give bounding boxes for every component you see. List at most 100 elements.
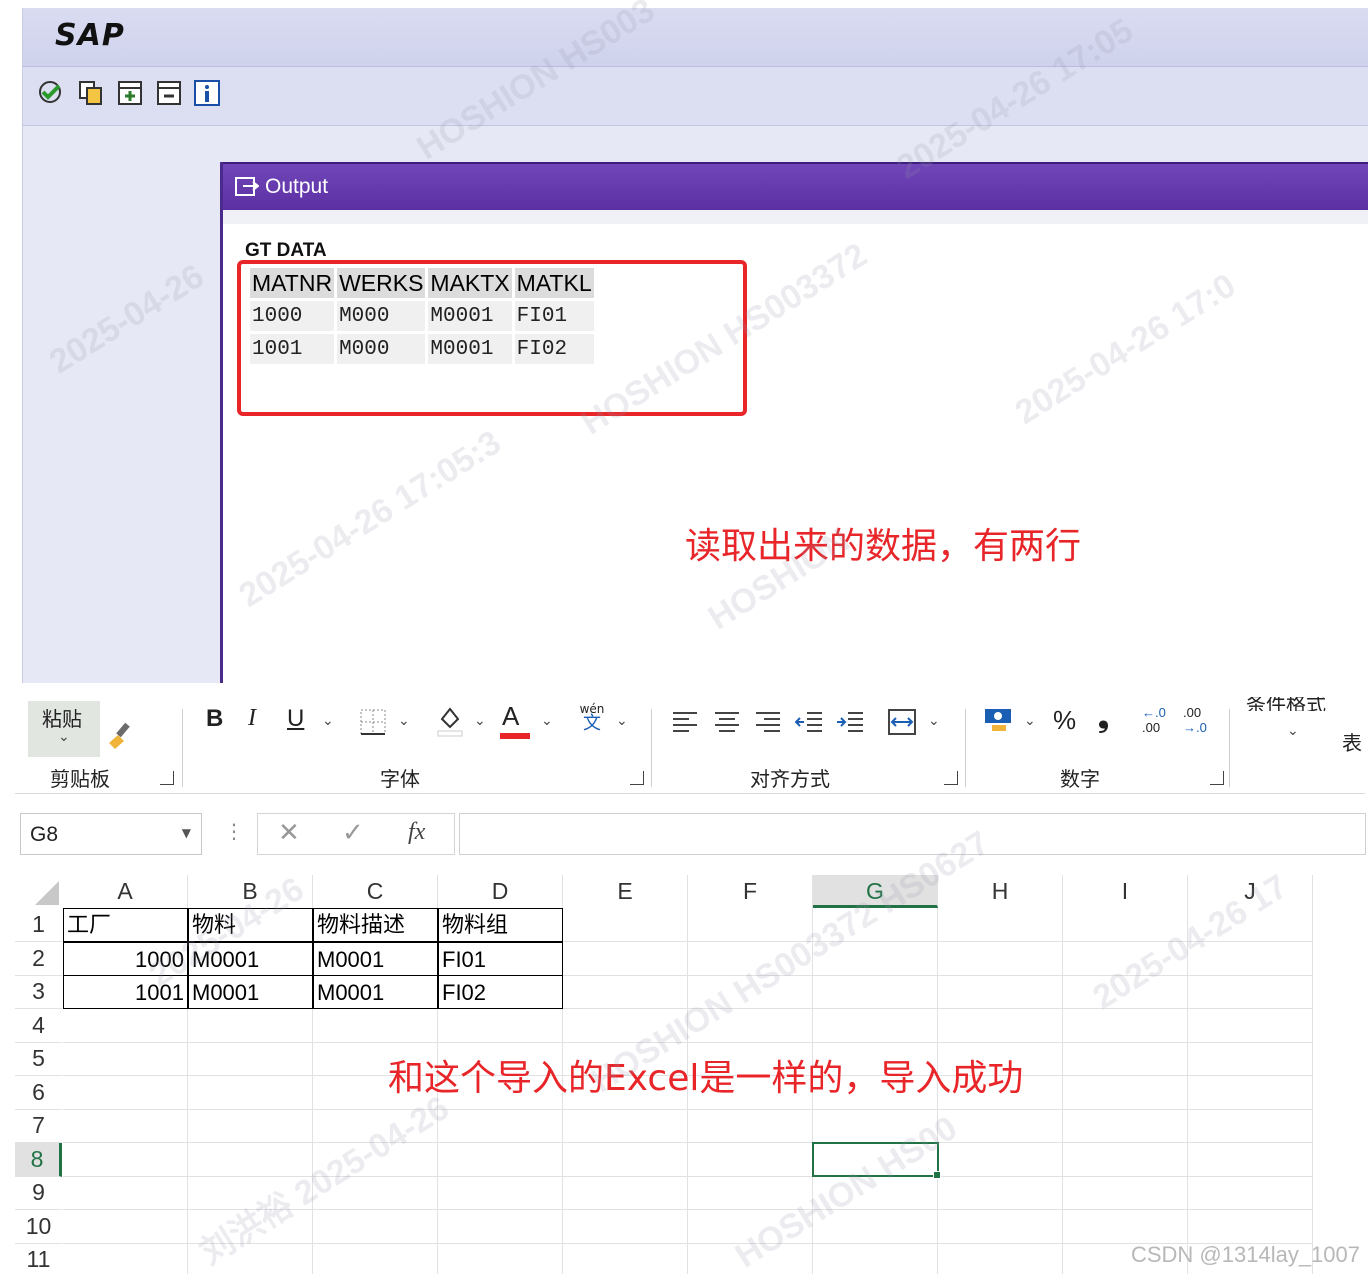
cell-j8[interactable] xyxy=(1188,1142,1313,1177)
cell-a7[interactable] xyxy=(63,1109,188,1143)
cell-i9[interactable] xyxy=(1063,1176,1188,1210)
column-header-j[interactable]: J xyxy=(1188,875,1313,908)
cell-j9[interactable] xyxy=(1188,1176,1313,1210)
row-header-11[interactable]: 11 xyxy=(15,1243,62,1274)
cell-f8[interactable] xyxy=(688,1142,813,1177)
cancel-icon[interactable]: ✕ xyxy=(278,818,300,848)
cell-h9[interactable] xyxy=(938,1176,1063,1210)
cell-e8[interactable] xyxy=(563,1142,688,1177)
cell-c8[interactable] xyxy=(313,1142,438,1177)
cell-i8[interactable] xyxy=(1063,1142,1188,1177)
cell-b5[interactable] xyxy=(188,1042,313,1076)
cell-a2[interactable]: 1000 xyxy=(63,941,188,976)
cell-g3[interactable] xyxy=(813,975,938,1009)
cell-f7[interactable] xyxy=(688,1109,813,1143)
alignment-launcher-icon[interactable] xyxy=(944,771,958,785)
column-header-b[interactable]: B xyxy=(188,875,313,908)
row-header-3[interactable]: 3 xyxy=(15,975,62,1009)
row-header-9[interactable]: 9 xyxy=(15,1176,62,1210)
increase-decimal-button[interactable]: ←.0 .00 xyxy=(1142,705,1166,735)
copy-icon[interactable] xyxy=(77,79,105,107)
cell-d1[interactable]: 物料组 xyxy=(438,908,563,942)
row-header-2[interactable]: 2 xyxy=(15,942,62,976)
cell-a5[interactable] xyxy=(63,1042,188,1076)
cell-c4[interactable] xyxy=(313,1008,438,1043)
cell-f3[interactable] xyxy=(688,975,813,1009)
row-header-1[interactable]: 1 xyxy=(15,908,62,942)
fill-handle[interactable] xyxy=(933,1171,941,1179)
number-launcher-icon[interactable] xyxy=(1210,771,1224,785)
cell-f4[interactable] xyxy=(688,1008,813,1043)
chevron-down-icon[interactable]: ⌄ xyxy=(474,713,486,729)
cell-b8[interactable] xyxy=(188,1142,313,1177)
underline-button[interactable]: U xyxy=(287,705,304,733)
chevron-down-icon[interactable]: ⌄ xyxy=(928,713,940,729)
insert-function-button[interactable]: fx xyxy=(408,819,425,846)
column-header-a[interactable]: A xyxy=(63,875,188,908)
delete-icon[interactable] xyxy=(155,79,183,107)
select-all-corner[interactable] xyxy=(15,875,63,908)
cell-f10[interactable] xyxy=(688,1209,813,1244)
cell-b9[interactable] xyxy=(188,1176,313,1210)
cell-e11[interactable] xyxy=(563,1243,688,1274)
cell-a3[interactable]: 1001 xyxy=(63,975,188,1009)
cell-h10[interactable] xyxy=(938,1209,1063,1244)
percent-style-button[interactable]: % xyxy=(1053,705,1076,736)
cell-h4[interactable] xyxy=(938,1008,1063,1043)
merge-center-icon[interactable] xyxy=(888,709,916,739)
align-left-icon[interactable] xyxy=(672,711,698,737)
cell-i2[interactable] xyxy=(1063,941,1188,976)
cell-b3[interactable]: M0001 xyxy=(188,975,313,1009)
fill-color-icon[interactable] xyxy=(436,705,464,741)
name-box[interactable]: G8 ▼ xyxy=(20,813,202,855)
chevron-down-icon[interactable]: ⌄ xyxy=(398,713,410,729)
cell-e2[interactable] xyxy=(563,941,688,976)
cell-h1[interactable] xyxy=(938,908,1063,942)
cell-h3[interactable] xyxy=(938,975,1063,1009)
cell-c7[interactable] xyxy=(313,1109,438,1143)
phonetic-guide-button[interactable]: wén 文 xyxy=(578,703,606,733)
cell-g11[interactable] xyxy=(813,1243,938,1274)
insert-icon[interactable] xyxy=(116,79,144,107)
cell-e7[interactable] xyxy=(563,1109,688,1143)
cell-i5[interactable] xyxy=(1063,1042,1188,1076)
cell-g4[interactable] xyxy=(813,1008,938,1043)
chevron-down-icon[interactable]: ⌄ xyxy=(1024,713,1036,729)
paste-button[interactable]: 粘贴 ⌄ xyxy=(28,701,100,757)
execute-icon[interactable] xyxy=(37,79,65,107)
cell-g10[interactable] xyxy=(813,1209,938,1244)
info-icon[interactable] xyxy=(193,79,221,107)
cell-d10[interactable] xyxy=(438,1209,563,1244)
more-icon[interactable]: ⋮ xyxy=(224,819,244,843)
column-header-g[interactable]: G xyxy=(813,875,938,908)
cell-h2[interactable] xyxy=(938,941,1063,976)
cell-j3[interactable] xyxy=(1188,975,1313,1009)
cell-e9[interactable] xyxy=(563,1176,688,1210)
cell-b11[interactable] xyxy=(188,1243,313,1274)
cell-a6[interactable] xyxy=(63,1075,188,1110)
cell-c10[interactable] xyxy=(313,1209,438,1244)
cell-g2[interactable] xyxy=(813,941,938,976)
font-color-button[interactable]: A xyxy=(500,701,530,739)
cell-a10[interactable] xyxy=(63,1209,188,1244)
column-header-h[interactable]: H xyxy=(938,875,1063,908)
cell-d8[interactable] xyxy=(438,1142,563,1177)
enter-icon[interactable]: ✓ xyxy=(342,818,364,848)
cell-b1[interactable]: 物料 xyxy=(188,908,313,942)
cell-a8[interactable] xyxy=(63,1142,188,1177)
chevron-down-icon[interactable]: ⌄ xyxy=(1287,723,1299,739)
cell-d3[interactable]: FI02 xyxy=(438,975,563,1009)
cell-i1[interactable] xyxy=(1063,908,1188,942)
increase-indent-icon[interactable] xyxy=(836,711,864,737)
cell-j2[interactable] xyxy=(1188,941,1313,976)
column-header-f[interactable]: F xyxy=(688,875,813,908)
cell-a4[interactable] xyxy=(63,1008,188,1043)
formula-input[interactable] xyxy=(459,813,1366,855)
chevron-down-icon[interactable]: ⌄ xyxy=(322,713,334,729)
cell-c11[interactable] xyxy=(313,1243,438,1274)
column-header-e[interactable]: E xyxy=(563,875,688,908)
cell-c2[interactable]: M0001 xyxy=(313,941,438,976)
cell-j10[interactable] xyxy=(1188,1209,1313,1244)
cell-i7[interactable] xyxy=(1063,1109,1188,1143)
cell-e4[interactable] xyxy=(563,1008,688,1043)
